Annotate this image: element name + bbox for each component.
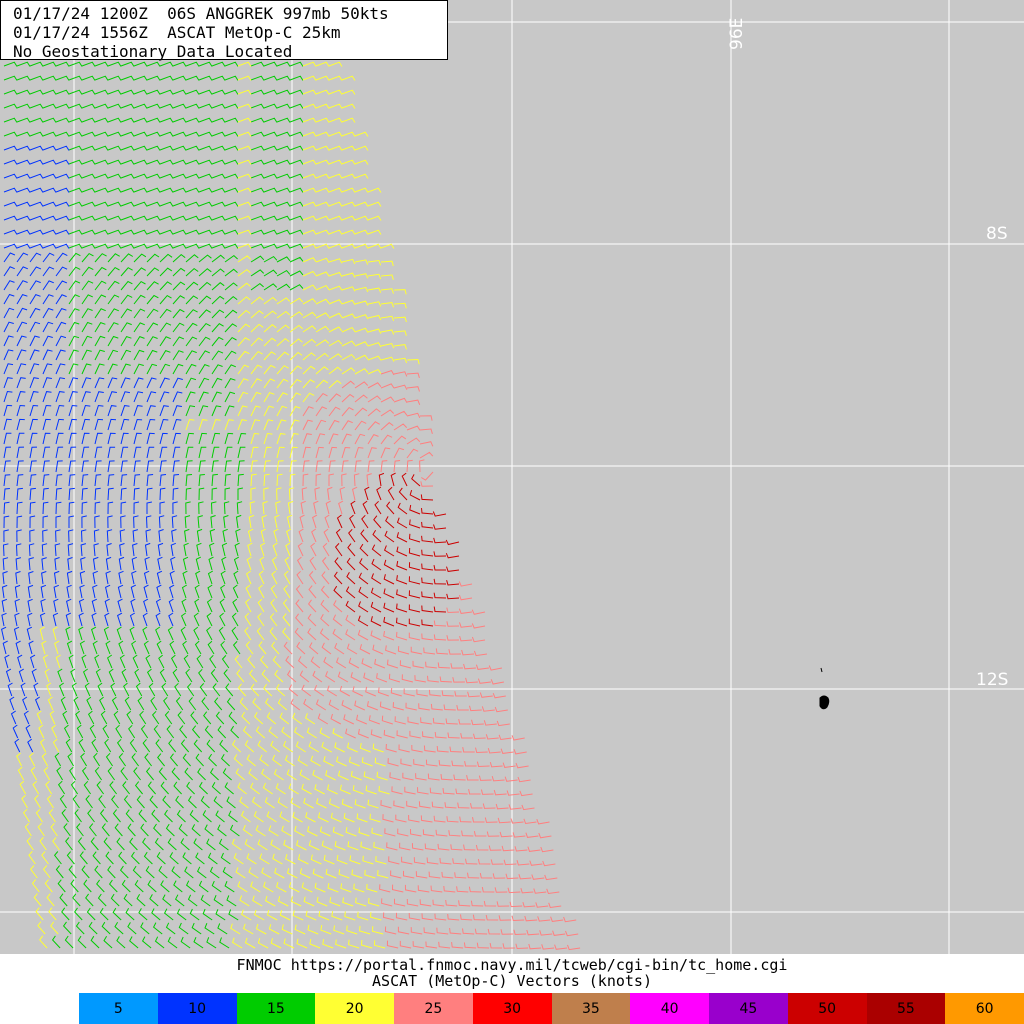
latitude-label-12s: 12S — [976, 670, 1009, 690]
wind-barb-group — [333, 472, 460, 627]
longitude-label-96e: 96E — [727, 17, 747, 50]
legend-cell-60: 60 — [945, 993, 1024, 1024]
legend-cell-15: 15 — [236, 993, 316, 1024]
info-line-pass: 01/17/24 1556Z ASCAT MetOp-C 25km — [13, 23, 341, 42]
wind-barb-field — [0, 0, 1024, 954]
legend-cell-25: 25 — [394, 993, 473, 1024]
legend-cell-35: 35 — [551, 993, 631, 1024]
legend-cell-5: 5 — [79, 993, 158, 1024]
footer: FNMOC https://portal.fnmoc.navy.mil/tcwe… — [0, 954, 1024, 1024]
info-line-geo: No Geostationary Data Located — [13, 42, 293, 61]
storm-info-box: 01/17/24 1200Z 06S ANGGREK 997mb 50kts 0… — [0, 0, 448, 61]
info-line-storm: 01/17/24 1200Z 06S ANGGREK 997mb 50kts — [13, 4, 389, 23]
legend-cell-20: 20 — [315, 993, 394, 1024]
island-landmass — [819, 667, 830, 710]
wind-barb-group — [3, 61, 304, 949]
wind-barbs — [1, 61, 581, 951]
legend-cell-40: 40 — [630, 993, 709, 1024]
legend-cell-55: 55 — [866, 993, 946, 1024]
wind-speed-legend: 5 10 15 20 25 30 35 40 45 50 55 60 — [79, 993, 1024, 1024]
legend-title: ASCAT (MetOp-C) Vectors (knots) — [372, 972, 652, 990]
latitude-label-8s: 8S — [986, 224, 1008, 244]
wind-barb-group — [1, 145, 183, 753]
legend-cell-30: 30 — [472, 993, 552, 1024]
wind-barb-group — [283, 369, 581, 951]
legend-cell-50: 50 — [787, 993, 867, 1024]
legend-cell-45: 45 — [709, 993, 788, 1024]
legend-cell-10: 10 — [157, 993, 237, 1024]
map-panel: 96E 8S 12S 01/17/24 1200Z 06S ANGGREK 99… — [0, 0, 1024, 954]
